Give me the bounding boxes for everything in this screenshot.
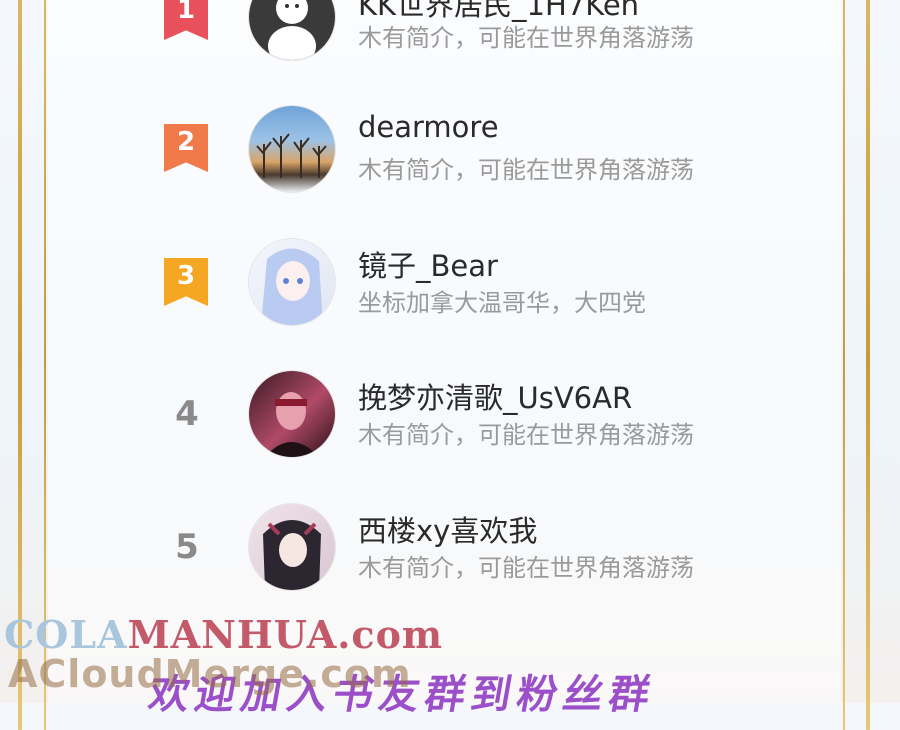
bio-1: 木有简介，可能在世界角落游荡 — [358, 24, 694, 52]
rank-number-5: 5 — [175, 527, 199, 567]
username-4[interactable]: 挽梦亦清歌_UsV6AR — [358, 375, 632, 417]
avatar-2[interactable] — [249, 106, 335, 192]
frame-line-right-outer — [866, 0, 870, 730]
username-3[interactable]: 镜子_Bear — [358, 243, 498, 285]
username-2[interactable]: dearmore — [358, 110, 499, 144]
colamanhua-watermark: COLAMANHUA.com — [4, 612, 444, 657]
rank-number: 3 — [176, 261, 196, 291]
anime-girl-dark-icon — [263, 520, 321, 590]
bio-2: 木有简介，可能在世界角落游荡 — [358, 156, 694, 184]
acloudmerge-watermark: ACloudMerge.com — [8, 652, 412, 696]
avatar-5[interactable] — [249, 504, 335, 590]
username-5[interactable]: 西楼xy喜欢我 — [358, 508, 537, 550]
bio-5: 木有简介，可能在世界角落游荡 — [358, 554, 694, 582]
trees-icon — [256, 133, 327, 178]
rank-number: 2 — [176, 127, 196, 157]
bio-4: 木有简介，可能在世界角落游荡 — [358, 421, 694, 449]
ranking-panel — [48, 0, 841, 703]
rank-number-4: 4 — [175, 394, 199, 434]
portrait-icon — [265, 392, 319, 457]
bio-3: 坐标加拿大温哥华，大四党 — [358, 289, 646, 317]
frame-line-right-inner — [843, 0, 845, 730]
anime-girl-icon — [261, 248, 323, 325]
avatar-4[interactable] — [249, 371, 335, 457]
rank-number: 1 — [176, 0, 196, 25]
avatar-3[interactable] — [249, 239, 335, 325]
